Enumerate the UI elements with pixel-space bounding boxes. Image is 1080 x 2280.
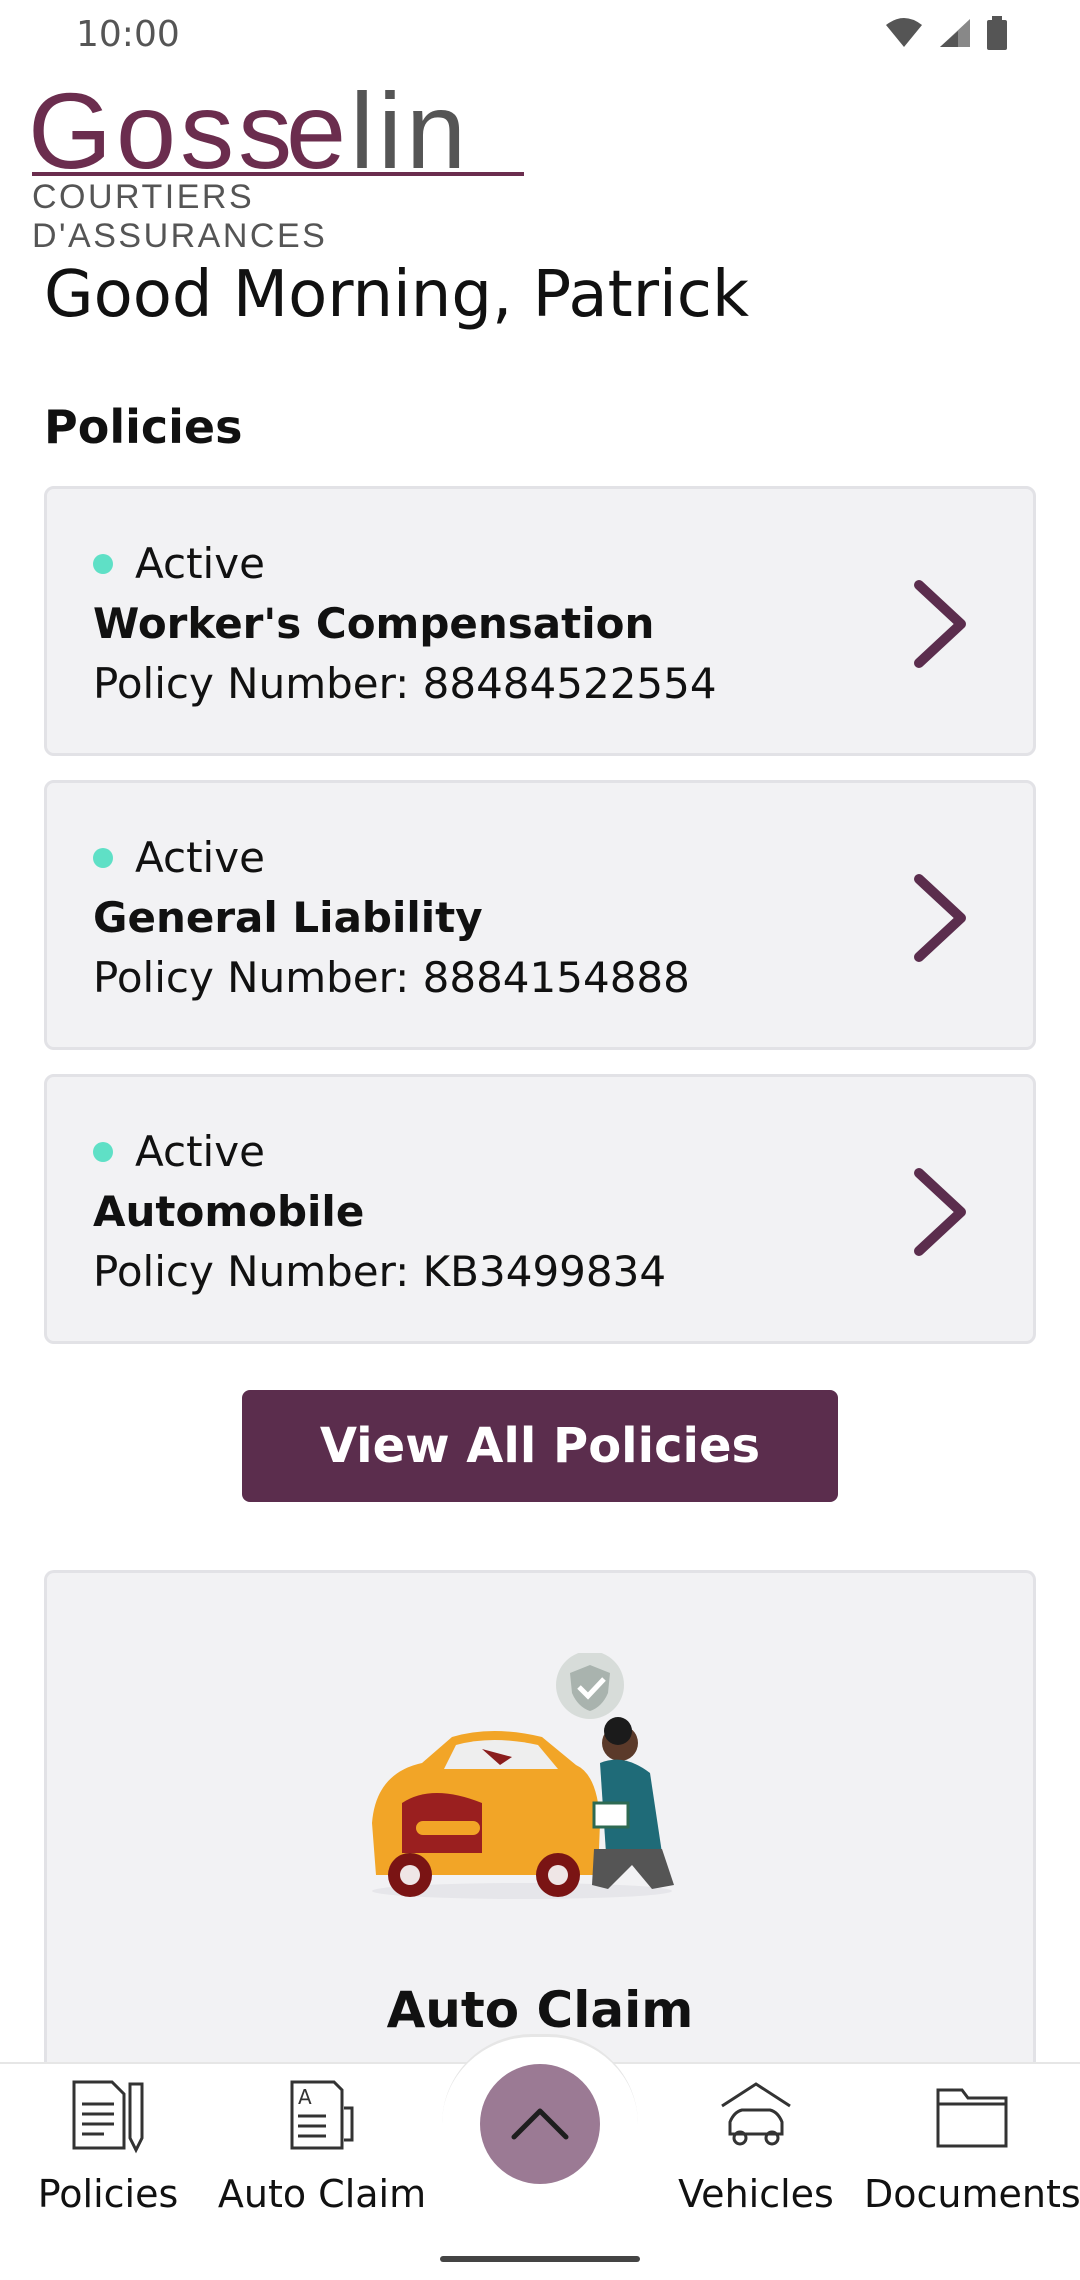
nav-label-vehicles: Vehicles (678, 2172, 834, 2216)
car-accident-illustration (372, 1653, 674, 1899)
policy-card[interactable]: Active General Liability Policy Number: … (44, 780, 1036, 1050)
chevron-right-icon[interactable] (911, 1167, 971, 1257)
nav-label-auto-claim: Auto Claim (217, 2172, 427, 2216)
policy-name: Worker's Compensation (93, 599, 655, 648)
policies-section-title: Policies (44, 400, 243, 454)
home-indicator[interactable] (440, 2256, 640, 2262)
chevron-up-icon (511, 2108, 569, 2139)
status-time: 10:00 (76, 14, 180, 55)
policy-status: Active (93, 539, 265, 588)
policy-status-label: Active (135, 539, 265, 588)
policy-number: Policy Number: 8884154888 (93, 953, 690, 1002)
policy-card[interactable]: Active Worker's Compensation Policy Numb… (44, 486, 1036, 756)
bottom-navigation: Policies A Auto Claim Vehicles Documents (0, 2034, 1080, 2280)
battery-icon (987, 16, 1007, 50)
nav-item-auto-claim[interactable]: A Auto Claim (214, 2078, 430, 2216)
nav-label-documents: Documents (864, 2172, 1080, 2216)
policy-number: Policy Number: 88484522554 (93, 659, 717, 708)
logo-subtitle: COURTIERS D'ASSURANCES (32, 178, 328, 255)
policy-status-label: Active (135, 833, 265, 882)
nav-label-policies: Policies (37, 2172, 179, 2216)
policy-card[interactable]: Active Automobile Policy Number: KB34998… (44, 1074, 1036, 1344)
active-status-dot (93, 1141, 113, 1162)
policy-status: Active (93, 833, 265, 882)
policy-number: Policy Number: KB3499834 (93, 1247, 667, 1296)
brand-logo: Goss e lin COURTIERS D'ASSURANCES (28, 84, 528, 255)
folder-icon (936, 2088, 1008, 2148)
auto-claim-card[interactable]: Auto Claim (44, 1570, 1036, 2090)
view-all-policies-button[interactable]: View All Policies (242, 1390, 838, 1502)
wifi-icon (886, 18, 922, 47)
nav-item-vehicles[interactable]: Vehicles (648, 2078, 864, 2216)
active-status-dot (93, 847, 113, 868)
policy-status: Active (93, 1127, 265, 1176)
chevron-right-icon[interactable] (911, 873, 971, 963)
auto-claim-title: Auto Claim (386, 1981, 694, 2039)
status-icons (884, 16, 1008, 50)
expand-menu-button[interactable] (480, 2064, 600, 2184)
signal-icon (940, 19, 970, 47)
policy-name: General Liability (93, 893, 483, 942)
greeting-heading: Good Morning, Patrick (44, 258, 750, 332)
chevron-right-icon[interactable] (911, 579, 971, 669)
policy-status-label: Active (135, 1127, 265, 1176)
nav-item-documents[interactable]: Documents (864, 2078, 1080, 2216)
policy-document-icon (72, 2080, 144, 2154)
svg-text:A: A (298, 2085, 312, 2109)
car-garage-icon (721, 2082, 791, 2146)
status-bar: 10:00 (0, 0, 1080, 72)
claim-form-icon: A (290, 2080, 354, 2150)
nav-item-policies[interactable]: Policies (0, 2078, 216, 2216)
active-status-dot (93, 553, 113, 574)
logo-underline (32, 172, 524, 176)
policy-name: Automobile (93, 1187, 365, 1236)
